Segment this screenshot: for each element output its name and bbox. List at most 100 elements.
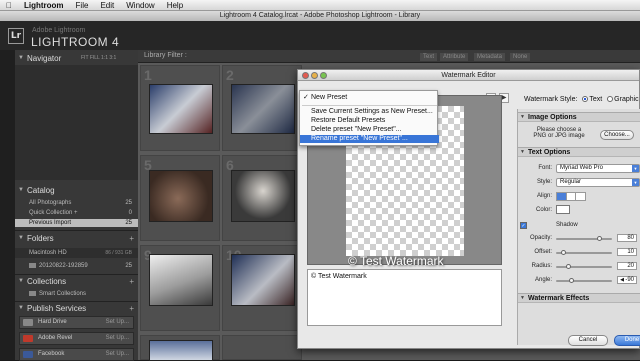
- image-options-header[interactable]: ▼ Image Options: [518, 112, 640, 122]
- grid-cell[interactable]: 2: [222, 65, 302, 151]
- grid-cell[interactable]: [140, 335, 220, 361]
- setup-link[interactable]: Set Up...: [106, 349, 129, 360]
- menu-item-restore-defaults[interactable]: Restore Default Presets: [300, 117, 439, 125]
- align-right-icon[interactable]: [576, 193, 585, 200]
- collections-title: Collections: [27, 277, 67, 286]
- minimize-icon[interactable]: [311, 72, 318, 79]
- catalog-row-count: 25: [125, 200, 132, 206]
- watermark-preview-text[interactable]: © Test Watermark: [348, 254, 444, 268]
- close-icon[interactable]: [302, 72, 309, 79]
- color-swatch[interactable]: [556, 205, 570, 214]
- style-text-radio[interactable]: [582, 96, 589, 103]
- offset-slider[interactable]: [556, 250, 612, 255]
- grid-cell[interactable]: 6: [222, 155, 302, 241]
- radius-slider[interactable]: [556, 264, 612, 269]
- publish-hard-drive[interactable]: Hard Drive Set Up...: [19, 316, 134, 329]
- catalog-quick-collection[interactable]: Quick Collection + 0: [15, 209, 138, 217]
- smart-collections-row[interactable]: Smart Collections: [15, 290, 138, 298]
- publish-services-header[interactable]: ▼ Publish Services +: [15, 302, 138, 315]
- image-options-hint: Please choose a PNG or JPG image: [533, 127, 585, 139]
- filter-tab-none[interactable]: None: [510, 53, 531, 61]
- grid-cell[interactable]: 5: [140, 155, 220, 241]
- menu-app-lightroom[interactable]: Lightroom: [18, 0, 70, 11]
- angle-slider[interactable]: [556, 278, 612, 283]
- menu-window[interactable]: Window: [120, 0, 160, 11]
- text-options-header[interactable]: ▼ Text Options: [518, 147, 640, 157]
- photo-thumbnail[interactable]: [149, 84, 213, 134]
- align-center-icon[interactable]: [567, 193, 577, 200]
- publish-adobe-revel[interactable]: Adobe Revel Set Up...: [19, 332, 134, 345]
- menu-item-delete-preset[interactable]: Delete preset "New Preset"...: [300, 126, 439, 134]
- opacity-value[interactable]: 80: [617, 234, 637, 242]
- radius-slider-knob[interactable]: [566, 264, 572, 269]
- photo-thumbnail[interactable]: [231, 170, 295, 222]
- catalog-previous-import[interactable]: Previous Import 25: [15, 219, 138, 227]
- publish-facebook[interactable]: Facebook Set Up...: [19, 348, 134, 361]
- angle-slider-knob[interactable]: [568, 278, 574, 283]
- angle-value[interactable]: ◀ -90: [617, 276, 637, 284]
- style-graphic-label[interactable]: Graphic: [614, 96, 639, 103]
- opacity-slider[interactable]: [556, 236, 612, 241]
- watermark-text-input[interactable]: © Test Watermark: [307, 269, 502, 326]
- style-text-label[interactable]: Text: [589, 96, 602, 103]
- filter-tab-text[interactable]: Text: [420, 53, 438, 61]
- add-publish-service-button[interactable]: +: [129, 302, 134, 315]
- collections-header[interactable]: ▼ Collections +: [15, 275, 138, 288]
- dialog-title: Watermark Editor: [441, 72, 496, 79]
- photo-thumbnail[interactable]: [149, 254, 213, 306]
- chevron-down-icon: ▼: [632, 165, 639, 172]
- filter-tab-metadata[interactable]: Metadata: [474, 53, 506, 61]
- grid-cell[interactable]: 9: [140, 245, 220, 331]
- triangle-down-icon: ▼: [520, 149, 525, 155]
- navigator-preview[interactable]: [15, 65, 138, 180]
- zoom-3-1[interactable]: 3:1: [109, 55, 116, 61]
- photo-thumbnail[interactable]: [231, 84, 295, 134]
- opacity-slider-knob[interactable]: [596, 236, 602, 241]
- photo-thumbnail[interactable]: [149, 340, 213, 361]
- drive-row[interactable]: Macintosh HD 86 / 931 GB: [15, 248, 138, 258]
- add-folder-button[interactable]: +: [129, 232, 134, 245]
- offset-slider-knob[interactable]: [561, 250, 567, 255]
- triangle-down-icon: ▼: [18, 187, 24, 193]
- grid-cell[interactable]: 1: [140, 65, 220, 151]
- zoom-1-1[interactable]: 1:1: [101, 55, 108, 61]
- radius-value[interactable]: 20: [617, 262, 637, 270]
- menu-help[interactable]: Help: [161, 0, 189, 11]
- left-panel-edge[interactable]: [0, 50, 15, 360]
- triangle-down-icon: ▼: [520, 114, 525, 120]
- filter-tab-attribute[interactable]: Attribute: [440, 53, 469, 61]
- align-left-icon[interactable]: [557, 193, 567, 200]
- menu-item-rename-preset[interactable]: Rename preset "New Preset"...: [300, 135, 439, 143]
- grid-cell[interactable]: [222, 335, 302, 360]
- apple-icon[interactable]: : [0, 0, 18, 11]
- photo-thumbnail[interactable]: [149, 170, 213, 222]
- add-collection-button[interactable]: +: [129, 275, 134, 288]
- menu-item-save-as-new-preset[interactable]: Save Current Settings as New Preset...: [300, 108, 439, 116]
- navigator-header[interactable]: ▼ Navigator FIT FILL 1:1 3:1: [15, 52, 138, 65]
- offset-value[interactable]: 10: [617, 248, 637, 256]
- catalog-row-count: 0: [128, 210, 132, 216]
- menu-edit[interactable]: Edit: [94, 0, 120, 11]
- setup-link[interactable]: Set Up...: [106, 333, 129, 344]
- photo-thumbnail[interactable]: [231, 254, 295, 306]
- done-button[interactable]: Done: [614, 335, 640, 346]
- cancel-button[interactable]: Cancel: [568, 335, 608, 346]
- watermark-effects-header[interactable]: ▼ Watermark Effects: [518, 293, 640, 303]
- zoom-fit[interactable]: FIT: [81, 55, 88, 61]
- setup-link[interactable]: Set Up...: [106, 317, 129, 328]
- menu-file[interactable]: File: [70, 0, 95, 11]
- folders-header[interactable]: ▼ Folders +: [15, 232, 138, 245]
- style-graphic-radio[interactable]: [607, 96, 614, 103]
- catalog-all-photographs[interactable]: All Photographs 25: [15, 199, 138, 207]
- font-select[interactable]: Myriad Web Pro ▼: [556, 164, 640, 173]
- folder-row[interactable]: 20120822-192859 25: [15, 262, 138, 270]
- zoom-fill[interactable]: FILL: [90, 55, 100, 61]
- facebook-icon: [23, 351, 33, 358]
- zoom-icon[interactable]: [320, 72, 327, 79]
- catalog-header[interactable]: ▼ Catalog: [15, 184, 138, 197]
- grid-cell[interactable]: 10: [222, 245, 302, 331]
- shadow-checkbox[interactable]: ✓: [520, 222, 527, 229]
- choose-image-button[interactable]: Choose...: [600, 130, 634, 140]
- style-select[interactable]: Regular ▼: [556, 178, 640, 187]
- menu-item-new-preset[interactable]: ✓ New Preset: [300, 94, 439, 102]
